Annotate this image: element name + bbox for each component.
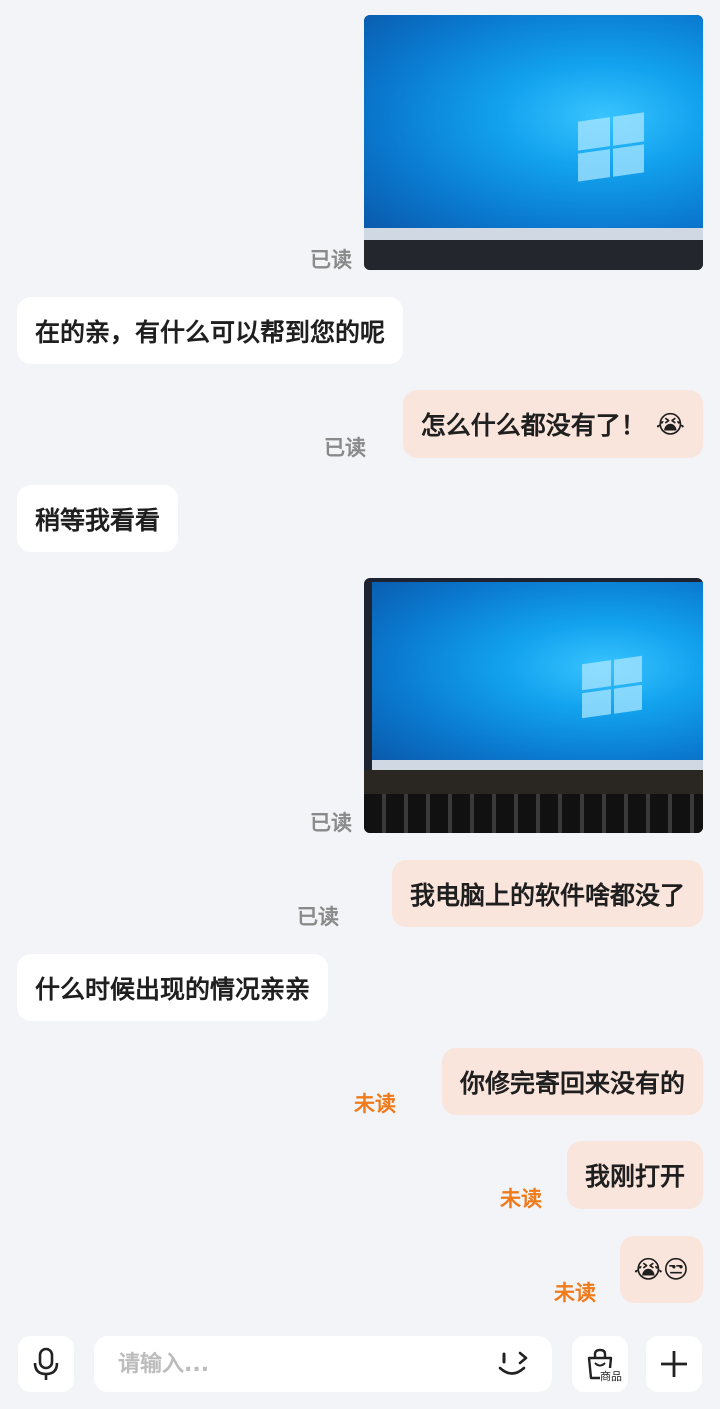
read-status: 已读: [310, 811, 352, 835]
wink-face-icon[interactable]: [496, 1349, 532, 1379]
windows-logo-icon: [582, 655, 642, 719]
more-button[interactable]: [646, 1336, 702, 1392]
chat-image[interactable]: [364, 578, 703, 833]
message-bubble-left[interactable]: 什么时候出现的情况亲亲: [17, 954, 329, 1021]
laptop-screen-image: [364, 15, 703, 240]
chat-image[interactable]: [364, 15, 703, 270]
read-status: 已读: [324, 436, 366, 460]
taskbar: [372, 760, 703, 770]
unread-status: 未读: [500, 1187, 542, 1211]
message-input[interactable]: [116, 1350, 490, 1378]
plus-icon: [661, 1351, 687, 1377]
microphone-icon: [33, 1347, 59, 1380]
message-input-box[interactable]: [94, 1336, 552, 1392]
message-bubble-right[interactable]: 你修完寄回来没有的: [441, 1048, 703, 1115]
read-status: 已读: [297, 905, 339, 929]
laptop-screen-image: [372, 582, 703, 770]
message-bubble-right[interactable]: 怎么什么都没有了！ 😭: [402, 390, 703, 458]
emoji-message-bubble[interactable]: 😭😒: [619, 1236, 703, 1303]
taskbar: [364, 228, 703, 240]
unread-status: 未读: [354, 1092, 396, 1116]
message-bubble-left[interactable]: 稍等我看看: [17, 485, 179, 552]
windows-logo-icon: [578, 112, 644, 182]
laptop-bezel: [364, 770, 703, 794]
unread-status: 未读: [554, 1281, 596, 1305]
laptop-bezel: [364, 240, 703, 270]
laptop-keyboard: [364, 794, 703, 833]
message-bubble-right[interactable]: 我刚打开: [566, 1141, 703, 1209]
message-text: 怎么什么都没有了！: [420, 411, 646, 440]
crying-face-icon: 😭: [655, 409, 685, 439]
goods-label: 商品: [600, 1368, 622, 1384]
message-bubble-left[interactable]: 在的亲，有什么可以帮到您的呢: [17, 297, 404, 364]
input-toolbar: 商品: [0, 1320, 720, 1409]
voice-button[interactable]: [18, 1336, 74, 1392]
read-status: 已读: [310, 248, 352, 272]
goods-button[interactable]: 商品: [572, 1336, 628, 1392]
message-bubble-right[interactable]: 我电脑上的软件啥都没了: [391, 860, 703, 927]
